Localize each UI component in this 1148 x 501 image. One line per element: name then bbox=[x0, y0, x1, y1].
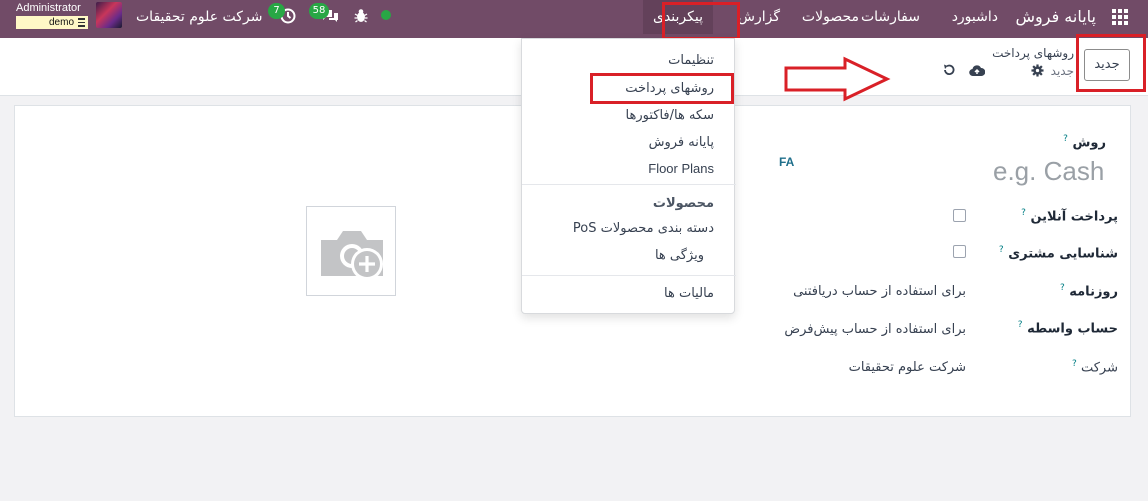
dropdown-item-settings[interactable]: تنظیمات bbox=[668, 53, 714, 68]
dropdown-item-point-of-sale[interactable]: پایانه فروش bbox=[649, 135, 714, 150]
dropdown-divider bbox=[522, 275, 736, 276]
record-name: جدید bbox=[1050, 64, 1074, 78]
status-dot-icon bbox=[381, 10, 391, 20]
method-label: روش ? bbox=[1063, 134, 1106, 150]
identify-customer-label: شناسایی مشتری ? bbox=[999, 245, 1118, 261]
help-icon[interactable]: ? bbox=[1063, 134, 1068, 144]
highlight-configuration-menu bbox=[662, 2, 740, 40]
help-icon[interactable]: ? bbox=[999, 245, 1004, 255]
dropdown-item-coins-bills[interactable]: سکه ها/فاکتورها bbox=[626, 108, 714, 123]
database-name-text: demo bbox=[48, 17, 74, 28]
intermediary-account-field[interactable]: برای استفاده از حساب پیش‌فرض bbox=[784, 322, 966, 337]
company-field[interactable]: شرکت علوم تحقیقات bbox=[849, 360, 966, 375]
image-upload[interactable] bbox=[306, 206, 396, 296]
dropdown-item-taxes[interactable]: مالیات ها bbox=[664, 286, 714, 301]
activities-count-badge: 7 bbox=[268, 3, 285, 19]
database-name: demo bbox=[16, 16, 88, 29]
bug-icon[interactable] bbox=[354, 8, 368, 23]
cloud-upload-icon[interactable] bbox=[969, 64, 985, 77]
gear-icon[interactable] bbox=[1031, 64, 1044, 77]
online-payment-label-text: پرداخت آنلاین bbox=[1030, 209, 1118, 225]
identify-customer-checkbox[interactable] bbox=[953, 245, 966, 258]
apps-grid-icon[interactable] bbox=[1112, 9, 1128, 25]
dropdown-item-pos-categories[interactable]: دسته بندی محصولات PoS bbox=[573, 221, 714, 236]
dropdown-item-attributes[interactable]: ویژگی ها bbox=[655, 248, 704, 263]
camera-add-icon bbox=[321, 231, 383, 280]
journal-label-text: روزنامه bbox=[1069, 284, 1118, 300]
intermediary-account-label-text: حساب واسطه bbox=[1027, 321, 1118, 337]
intermediary-account-label: حساب واسطه ? bbox=[1018, 320, 1118, 336]
breadcrumb[interactable]: روشهای پرداخت bbox=[992, 46, 1074, 60]
dropdown-item-floor-plans[interactable]: Floor Plans bbox=[648, 161, 714, 176]
highlight-payment-methods-item bbox=[590, 73, 734, 104]
journal-field[interactable]: برای استفاده از حساب دریافتنی bbox=[793, 284, 966, 299]
help-icon[interactable]: ? bbox=[1060, 283, 1065, 293]
top-navbar: پایانه فروش داشبورد سفارشات محصولات گزار… bbox=[0, 0, 1148, 40]
annotation-arrow-icon bbox=[784, 56, 891, 102]
company-label: شرکت ? bbox=[1072, 359, 1118, 375]
database-icon bbox=[78, 18, 85, 27]
identify-customer-label-text: شناسایی مشتری bbox=[1008, 246, 1118, 262]
method-label-text: روش bbox=[1072, 135, 1106, 151]
help-icon[interactable]: ? bbox=[1072, 359, 1077, 369]
highlight-new-button bbox=[1076, 34, 1146, 92]
user-name: Administrator bbox=[16, 2, 81, 14]
dropdown-divider bbox=[522, 184, 736, 185]
dropdown-section-products: محصولات bbox=[652, 196, 714, 211]
online-payment-checkbox[interactable] bbox=[953, 209, 966, 222]
company-label-text: شرکت bbox=[1080, 360, 1118, 376]
menu-reporting[interactable]: گزارش bbox=[738, 0, 780, 34]
help-icon[interactable]: ? bbox=[1021, 208, 1026, 218]
app-name[interactable]: پایانه فروش bbox=[1015, 0, 1096, 34]
online-payment-label: پرداخت آنلاین ? bbox=[1021, 208, 1118, 224]
journal-label: روزنامه ? bbox=[1060, 283, 1118, 299]
menu-orders[interactable]: سفارشات bbox=[861, 0, 920, 34]
menu-dashboard[interactable]: داشبورد bbox=[952, 0, 998, 34]
avatar[interactable] bbox=[96, 2, 122, 28]
user-menu[interactable]: Administrator demo bbox=[14, 2, 90, 29]
menu-products[interactable]: محصولات bbox=[802, 0, 859, 34]
messages-count-badge: 58 bbox=[309, 3, 329, 19]
language-badge[interactable]: FA bbox=[779, 155, 794, 169]
help-icon[interactable]: ? bbox=[1018, 320, 1023, 330]
undo-icon[interactable] bbox=[942, 63, 956, 77]
name-input[interactable]: e.g. Cash bbox=[993, 156, 1104, 187]
company-switcher[interactable]: شرکت علوم تحقیقات bbox=[136, 0, 262, 34]
